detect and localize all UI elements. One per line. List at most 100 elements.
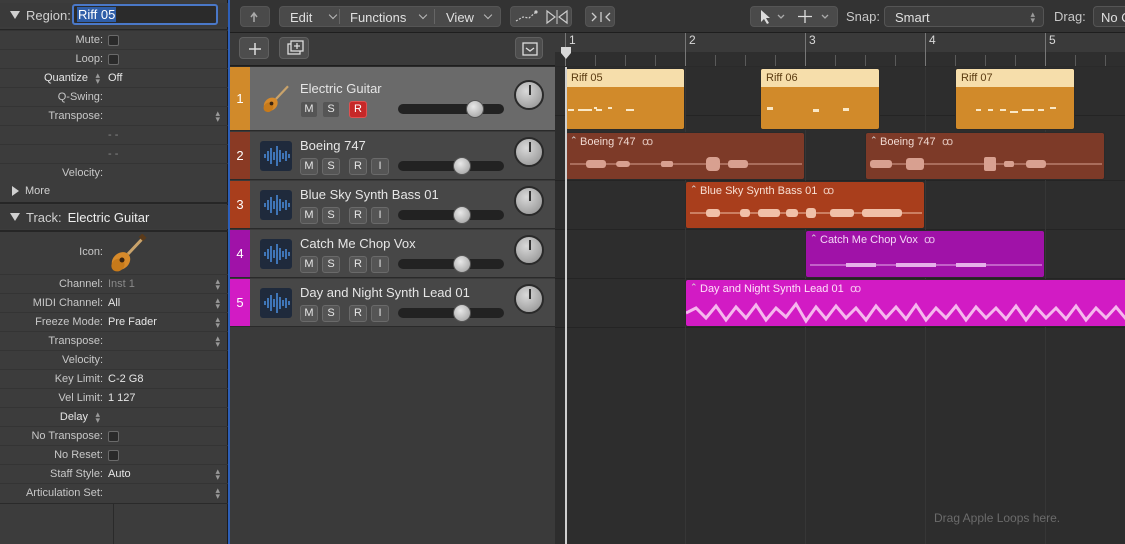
playhead[interactable] xyxy=(565,67,567,544)
input-monitor-button[interactable]: I xyxy=(371,256,389,273)
more-disclosure[interactable]: More xyxy=(0,181,228,201)
track-header[interactable]: 3 Blue Sky Synth Bass 01 M S R I xyxy=(230,181,555,229)
volume-fader[interactable] xyxy=(398,304,504,322)
audio-region[interactable]: Blue Sky Synth Bass 01 ⌃ ꝏ xyxy=(685,181,925,229)
mute-button[interactable]: M xyxy=(300,158,318,175)
region-param-row[interactable]: Transpose: ▴ ▾ xyxy=(0,106,228,125)
back-button[interactable] xyxy=(240,6,270,27)
track-header[interactable]: 4 Catch Me Chop Vox M S R I xyxy=(230,230,555,278)
track-name[interactable]: Electric Guitar xyxy=(300,81,382,96)
audio-waveform-icon[interactable] xyxy=(260,141,292,171)
record-enable-button[interactable]: R xyxy=(349,305,367,322)
pan-knob[interactable] xyxy=(514,137,544,167)
audio-waveform-icon[interactable] xyxy=(260,190,292,220)
checkbox[interactable] xyxy=(108,450,119,461)
fader-knob[interactable] xyxy=(466,100,485,118)
input-monitor-button[interactable]: I xyxy=(371,207,389,224)
new-track-with-settings-button[interactable] xyxy=(279,37,309,59)
pan-knob[interactable] xyxy=(514,235,544,265)
record-enable-button[interactable]: R xyxy=(349,158,367,175)
track-param-row[interactable]: Key Limit: C-2 G8 xyxy=(0,369,228,388)
global-tracks-button[interactable] xyxy=(515,37,543,59)
edit-menu[interactable]: Edit xyxy=(290,10,312,25)
mute-button[interactable]: M xyxy=(300,305,318,322)
fader-knob[interactable] xyxy=(452,206,471,224)
region-param-row[interactable]: Q-Swing: xyxy=(0,87,228,106)
guitar-icon[interactable] xyxy=(108,233,148,274)
midi-region[interactable]: Riff 07 xyxy=(955,68,1075,130)
track-param-row[interactable]: No Transpose: xyxy=(0,426,228,445)
catch-playhead-button[interactable] xyxy=(585,6,615,27)
midi-region[interactable]: Riff 05 xyxy=(565,68,685,130)
disclosure-triangle-icon[interactable] xyxy=(10,213,20,221)
record-enable-button[interactable]: R xyxy=(349,256,367,273)
audio-region[interactable]: Catch Me Chop Vox ⌃ ꝏ xyxy=(805,230,1045,278)
volume-fader[interactable] xyxy=(398,100,504,118)
region-param-row[interactable]: - - xyxy=(0,144,228,163)
cycle-strip[interactable] xyxy=(555,52,1125,66)
track-header[interactable]: 5 Day and Night Synth Lead 01 M S R I xyxy=(230,279,555,327)
audio-waveform-icon[interactable] xyxy=(260,288,292,318)
track-name[interactable]: Boeing 747 xyxy=(300,138,366,153)
disclosure-triangle-icon[interactable] xyxy=(12,186,19,196)
playhead-handle-icon[interactable] xyxy=(559,47,573,61)
track-inspector-header[interactable]: Track: Electric Guitar xyxy=(0,205,228,229)
pan-knob[interactable] xyxy=(514,284,544,314)
solo-button[interactable]: S xyxy=(322,305,340,322)
disclosure-triangle-icon[interactable] xyxy=(10,11,20,19)
tracks-area[interactable]: Riff 05 Riff 06 Riff 07 Boeing 747 ⌃ ꝏ Bo… xyxy=(555,67,1125,544)
param-value[interactable]: Auto xyxy=(108,468,131,480)
audio-region[interactable]: Boeing 747 ⌃ ꝏ xyxy=(865,132,1105,180)
pan-knob[interactable] xyxy=(514,186,544,216)
track-name[interactable]: Day and Night Synth Lead 01 xyxy=(300,285,470,300)
track-name[interactable]: Catch Me Chop Vox xyxy=(300,236,416,251)
track-param-row[interactable]: Transpose: ▴ ▾ xyxy=(0,331,228,350)
volume-fader[interactable] xyxy=(398,157,504,175)
marquee-tool-icon[interactable] xyxy=(795,7,839,26)
region-param-row[interactable]: Quantize Off ▴ ▾ xyxy=(0,68,228,87)
volume-fader[interactable] xyxy=(398,206,504,224)
mute-button[interactable]: M xyxy=(300,256,318,273)
solo-button[interactable]: S xyxy=(322,158,340,175)
param-value[interactable]: Pre Fader xyxy=(108,316,157,328)
param-value[interactable]: Inst 1 xyxy=(108,278,135,290)
flex-icon[interactable] xyxy=(542,7,572,26)
region-name-field[interactable]: Riff 05 xyxy=(72,4,218,25)
audio-waveform-icon[interactable] xyxy=(260,239,292,269)
record-enable-button[interactable]: R xyxy=(349,207,367,224)
region-param-row[interactable]: Mute: xyxy=(0,30,228,49)
guitar-icon[interactable] xyxy=(260,84,292,114)
param-value[interactable]: All xyxy=(108,297,120,309)
fader-knob[interactable] xyxy=(452,304,471,322)
checkbox[interactable] xyxy=(108,431,119,442)
region-param-row[interactable]: - - xyxy=(0,125,228,144)
mute-button[interactable]: M xyxy=(300,101,318,118)
audio-region[interactable]: Boeing 747 ⌃ ꝏ xyxy=(565,132,805,180)
record-enable-button[interactable]: R xyxy=(349,101,367,118)
input-monitor-button[interactable]: I xyxy=(371,158,389,175)
midi-region[interactable]: Riff 06 xyxy=(760,68,880,130)
view-menu[interactable]: View xyxy=(446,10,474,25)
track-param-row[interactable]: Delay ▴ ▾ xyxy=(0,407,228,426)
volume-fader[interactable] xyxy=(398,255,504,273)
region-param-row[interactable]: Velocity: xyxy=(0,163,228,182)
track-param-row[interactable]: Staff Style: Auto ▴ ▾ xyxy=(0,464,228,483)
track-param-row[interactable]: MIDI Channel: All ▴ ▾ xyxy=(0,293,228,312)
audio-region[interactable]: Day and Night Synth Lead 01 ⌃ ꝏ xyxy=(685,279,1125,327)
track-param-row[interactable]: Velocity: xyxy=(0,350,228,369)
fader-knob[interactable] xyxy=(452,255,471,273)
track-param-row[interactable]: Channel: Inst 1 ▴ ▾ xyxy=(0,274,228,293)
input-monitor-button[interactable]: I xyxy=(371,305,389,322)
track-param-row[interactable]: Freeze Mode: Pre Fader ▴ ▾ xyxy=(0,312,228,331)
param-value[interactable]: - - xyxy=(108,129,118,141)
checkbox[interactable] xyxy=(108,35,119,46)
drag-select[interactable]: No O xyxy=(1093,6,1125,27)
param-value[interactable]: C-2 G8 xyxy=(108,373,143,385)
add-track-button[interactable] xyxy=(239,37,269,59)
solo-button[interactable]: S xyxy=(322,207,340,224)
bar-ruler[interactable]: 1 2 3 4 5 xyxy=(555,33,1125,66)
snap-select[interactable]: Smart ▴ ▾ xyxy=(884,6,1044,27)
checkbox[interactable] xyxy=(108,54,119,65)
track-param-row[interactable]: Vel Limit: 1 127 xyxy=(0,388,228,407)
solo-button[interactable]: S xyxy=(322,256,340,273)
